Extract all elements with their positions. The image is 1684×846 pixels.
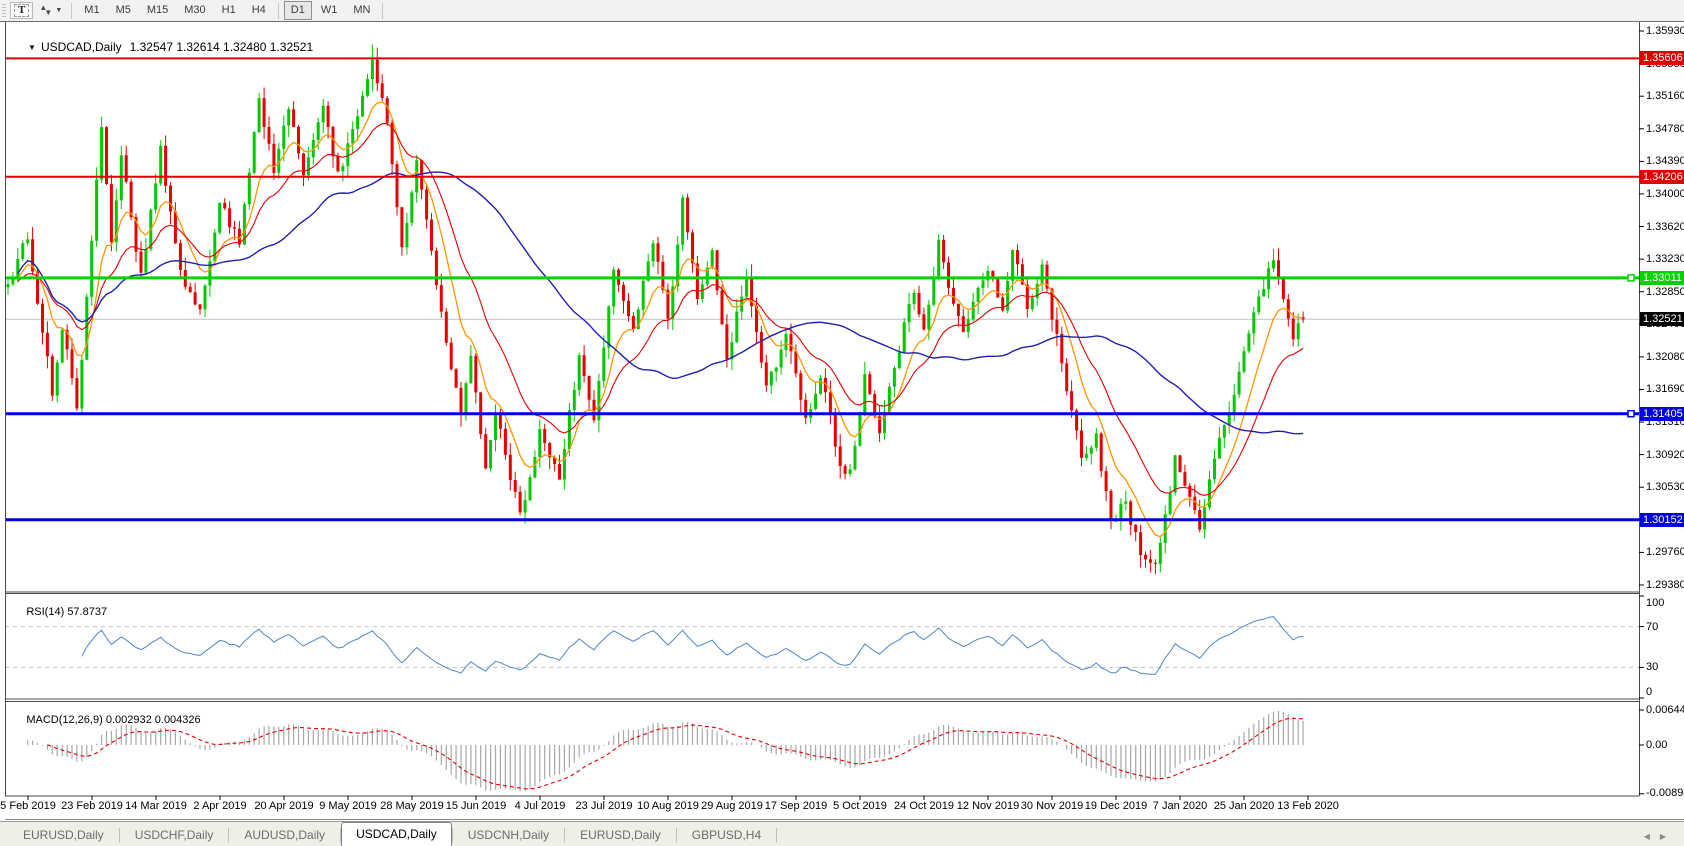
- date-label: 10 Aug 2019: [637, 800, 699, 812]
- symbol-cycle-button[interactable]: ▲ ▼ ▼: [35, 2, 66, 19]
- chart-canvas[interactable]: [0, 22, 1684, 821]
- tab-scroll-right-icon[interactable]: ▶: [1660, 832, 1676, 841]
- price-tick-label: 1.30920: [1646, 449, 1684, 461]
- tab-scroll-left-icon[interactable]: ◀: [1644, 832, 1660, 841]
- date-label: 19 Dec 2019: [1085, 800, 1147, 812]
- timeframe-button-h1[interactable]: H1: [215, 1, 243, 20]
- price-tick-label: 1.34780: [1646, 123, 1684, 135]
- toolbar-separator: [382, 3, 383, 19]
- timeframe-button-d1[interactable]: D1: [284, 1, 312, 20]
- date-label: 24 Oct 2019: [894, 800, 954, 812]
- ma-mid-line: [18, 124, 1303, 496]
- rsi-tick-label: 100: [1646, 597, 1664, 609]
- text-tool-icon: T: [14, 4, 29, 17]
- level-handle: [1628, 275, 1634, 281]
- macd-tick-label: -0.008982: [1646, 787, 1684, 799]
- chart-tab-audusd-daily[interactable]: AUDUSD,Daily: [229, 824, 340, 846]
- chart-tab-eurusd-daily[interactable]: EURUSD,Daily: [565, 824, 676, 846]
- level-price-badge: 1.33011: [1640, 271, 1684, 285]
- chart-tab-bar: EURUSD,DailyUSDCHF,DailyAUDUSD,DailyUSDC…: [0, 821, 1684, 846]
- date-label: 28 May 2019: [380, 800, 444, 812]
- timeframe-button-w1[interactable]: W1: [314, 1, 345, 20]
- date-label: 9 May 2019: [319, 800, 376, 812]
- macd-tick-label: 0.00: [1646, 739, 1667, 751]
- date-label: 23 Feb 2019: [61, 800, 123, 812]
- date-label: 4 Jul 2019: [515, 800, 566, 812]
- macd-signal-line: [47, 718, 1303, 789]
- text-tool-button[interactable]: T: [10, 2, 33, 19]
- chart-title: ▼ USDCAD,Daily 1.32547 1.32614 1.32480 1.3…: [8, 26, 313, 68]
- level-price-badge: 1.35606: [1640, 51, 1684, 65]
- toolbar-gripper[interactable]: [2, 4, 6, 18]
- date-label: 12 Nov 2019: [957, 800, 1019, 812]
- rsi-indicator-label: RSI(14) 57.8737: [8, 594, 107, 630]
- price-tick-label: 1.33230: [1646, 253, 1684, 265]
- candles-bear: [31, 48, 1305, 574]
- timeframe-button-m5[interactable]: M5: [109, 1, 138, 20]
- top-toolbar: T ▲ ▼ ▼ M1M5M15M30H1H4 D1W1MN: [0, 0, 1684, 22]
- level-handle: [1628, 411, 1634, 417]
- date-label: 17 Sep 2019: [765, 800, 827, 812]
- chart-tab-usdcnh-daily[interactable]: USDCNH,Daily: [453, 824, 564, 846]
- rsi-tick-label: 0: [1646, 686, 1652, 698]
- price-tick-label: 1.32080: [1646, 351, 1684, 363]
- date-label: 23 Jul 2019: [576, 800, 633, 812]
- toolbar-separator: [278, 3, 279, 19]
- timeframe-button-group: M1M5M15M30H1H4 D1W1MN: [76, 1, 387, 20]
- timeframe-button-m30[interactable]: M30: [177, 1, 212, 20]
- level-price-badge: 1.34206: [1640, 170, 1684, 184]
- trading-terminal-window: T ▲ ▼ ▼ M1M5M15M30H1H4 D1W1MN ▼ USDCAD,Dai…: [0, 0, 1684, 846]
- date-label: 30 Nov 2019: [1021, 800, 1083, 812]
- timeframe-button-h4[interactable]: H4: [245, 1, 273, 20]
- rsi-value: 57.8737: [67, 606, 107, 618]
- chart-ohlc-values: 1.32547 1.32614 1.32480 1.32521: [130, 40, 314, 54]
- price-tick-label: 1.30530: [1646, 481, 1684, 493]
- date-label: 20 Apr 2019: [254, 800, 313, 812]
- tab-separator: [776, 828, 777, 842]
- chart-window[interactable]: ▼ USDCAD,Daily 1.32547 1.32614 1.32480 1.3…: [0, 22, 1684, 821]
- price-tick-label: 1.32850: [1646, 286, 1684, 298]
- price-tick-label: 1.35930: [1646, 25, 1684, 37]
- timeframe-button-m15[interactable]: M15: [140, 1, 175, 20]
- dropdown-caret-icon: ▼: [55, 7, 62, 14]
- toolbar-separator: [71, 3, 72, 19]
- price-tick-label: 1.35160: [1646, 90, 1684, 102]
- date-label: 5 Feb 2019: [0, 800, 56, 812]
- ohlc-collapse-icon[interactable]: ▼: [28, 43, 36, 52]
- rsi-line: [82, 617, 1303, 675]
- cycle-arrows-icon: ▲ ▼: [39, 4, 52, 17]
- macd-indicator-label: MACD(12,26,9) 0.002932 0.004326: [8, 702, 201, 738]
- chart-tab-usdchf-daily[interactable]: USDCHF,Daily: [120, 824, 229, 846]
- timeframe-button-mn[interactable]: MN: [346, 1, 377, 20]
- macd-tick-label: 0.006448: [1646, 704, 1684, 716]
- rsi-tick-label: 70: [1646, 621, 1658, 633]
- chart-tab-eurusd-daily[interactable]: EURUSD,Daily: [8, 824, 119, 846]
- chart-tab-gbpusd-h4[interactable]: GBPUSD,H4: [677, 824, 776, 846]
- timeframe-button-m1[interactable]: M1: [77, 1, 106, 20]
- price-tick-label: 1.31690: [1646, 383, 1684, 395]
- current-price-badge: 1.32521: [1640, 312, 1684, 326]
- price-tick-label: 1.33620: [1646, 221, 1684, 233]
- date-label: 29 Aug 2019: [701, 800, 763, 812]
- date-label: 7 Jan 2020: [1153, 800, 1207, 812]
- macd-histogram: [28, 711, 1303, 792]
- level-price-badge: 1.31405: [1640, 407, 1684, 421]
- date-label: 13 Feb 2020: [1277, 800, 1339, 812]
- chart-symbol-period: USDCAD,Daily: [41, 40, 122, 54]
- date-label: 5 Oct 2019: [833, 800, 887, 812]
- date-label: 14 Mar 2019: [125, 800, 187, 812]
- price-tick-label: 1.29380: [1646, 579, 1684, 591]
- macd-values: 0.002932 0.004326: [106, 714, 201, 726]
- price-tick-label: 1.29760: [1646, 546, 1684, 558]
- price-tick-label: 1.34000: [1646, 188, 1684, 200]
- date-label: 15 Jun 2019: [446, 800, 507, 812]
- chart-tab-usdcad-daily[interactable]: USDCAD,Daily: [341, 822, 452, 846]
- date-label: 2 Apr 2019: [193, 800, 246, 812]
- date-label: 25 Jan 2020: [1214, 800, 1275, 812]
- price-tick-label: 1.34390: [1646, 155, 1684, 167]
- tab-scroll-arrows: ◀▶: [1644, 832, 1676, 841]
- level-price-badge: 1.30152: [1640, 513, 1684, 527]
- rsi-tick-label: 30: [1646, 661, 1658, 673]
- ma-slow-line: [18, 172, 1303, 434]
